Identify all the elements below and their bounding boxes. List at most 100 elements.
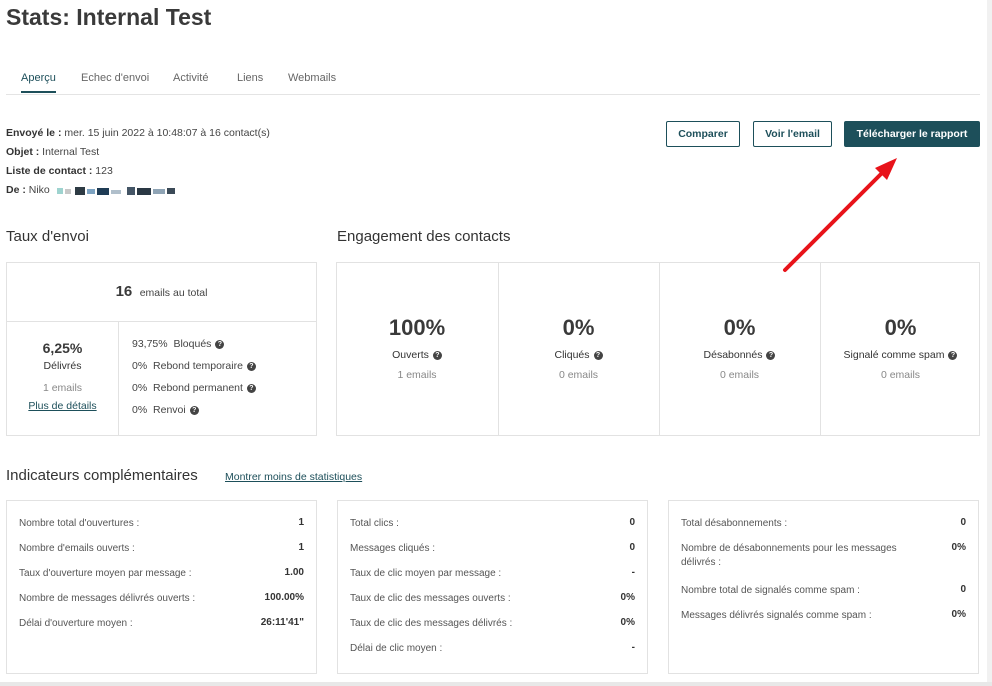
indicator-row: Nombre total de signalés comme spam : 0 bbox=[681, 584, 966, 598]
indicator-value: 1 bbox=[298, 517, 304, 528]
help-icon[interactable]: ? bbox=[948, 351, 958, 360]
show-less-stats-link[interactable]: Montrer moins de statistiques bbox=[225, 471, 362, 483]
indicator-row: Taux de clic des messages délivrés : 0% bbox=[350, 617, 635, 631]
delivery-breakdown: 93,75% Bloqués? 0% Rebond temporaire? 0%… bbox=[132, 333, 256, 421]
from-value: Niko bbox=[28, 184, 50, 196]
indicator-value: 0 bbox=[960, 584, 966, 595]
clicked-label: Cliqués bbox=[554, 349, 590, 361]
blocked-label: Bloqués bbox=[173, 338, 212, 350]
resend-pct: 0% bbox=[132, 404, 148, 416]
indicator-value: 1.00 bbox=[284, 567, 304, 578]
unsubscribed-count: 0 emails bbox=[719, 369, 760, 381]
red-arrow-annotation bbox=[783, 158, 897, 272]
indicator-value: 0% bbox=[951, 609, 966, 620]
delivery-section-title: Taux d'envoi bbox=[6, 228, 89, 245]
indicator-value: 0 bbox=[629, 517, 635, 528]
tab-liens[interactable]: Liens bbox=[237, 72, 263, 84]
spam-label-wrap: Signalé comme spam? bbox=[821, 349, 980, 361]
clicked-label-wrap: Cliqués? bbox=[499, 349, 658, 361]
delivered-count: 1 emails bbox=[42, 382, 83, 394]
indicator-row: Messages cliqués : 0 bbox=[350, 542, 635, 556]
page-title: Stats: Internal Test bbox=[6, 4, 212, 30]
indicator-row: Taux d'ouverture moyen par message : 1.00 bbox=[19, 567, 304, 581]
spam-pct: 0% bbox=[884, 315, 917, 340]
engagement-opened: 100% Ouverts? 1 emails bbox=[337, 263, 497, 435]
help-icon[interactable]: ? bbox=[246, 384, 256, 393]
hard-bounce-label: Rebond permanent bbox=[153, 382, 243, 394]
indicator-label: Délai de clic moyen : bbox=[350, 643, 443, 654]
unsubscribed-label: Désabonnés bbox=[703, 349, 763, 361]
indicator-row: Taux de clic moyen par message : - bbox=[350, 567, 635, 581]
indicator-label: Taux de clic des messages ouverts : bbox=[350, 593, 511, 604]
total-count: 16 bbox=[115, 283, 133, 300]
indicator-label: Taux de clic des messages délivrés : bbox=[350, 618, 513, 629]
indicator-row: Nombre de messages délivrés ouverts : 100… bbox=[19, 592, 304, 606]
indicator-label: Nombre total d'ouvertures : bbox=[19, 518, 140, 529]
help-icon[interactable]: ? bbox=[593, 351, 603, 360]
opened-pct: 100% bbox=[388, 315, 446, 340]
download-report-button[interactable]: Télécharger le rapport bbox=[844, 121, 980, 147]
subject-label: Objet : bbox=[6, 146, 40, 158]
delivery-panel: 16 emails au total 6,25% Délivrés 1 emai… bbox=[6, 262, 317, 436]
indicator-row: Total clics : 0 bbox=[350, 517, 635, 531]
tab-webmails[interactable]: Webmails bbox=[288, 72, 336, 84]
soft-bounce-row: 0% Rebond temporaire? bbox=[132, 355, 256, 377]
spam-count: 0 emails bbox=[880, 369, 921, 381]
indicator-row: Nombre d'emails ouverts : 1 bbox=[19, 542, 304, 556]
indicator-row: Messages délivrés signalés comme spam : 0… bbox=[681, 609, 966, 623]
indicator-value: - bbox=[631, 567, 635, 578]
indicator-row: Taux de clic des messages ouverts : 0% bbox=[350, 592, 635, 606]
indicator-value: 0% bbox=[620, 592, 635, 603]
blocked-pct: 93,75% bbox=[132, 338, 168, 350]
indicator-label: Nombre total de signalés comme spam : bbox=[681, 585, 860, 596]
sent-value: mer. 15 juin 2022 à 10:48:07 à 16 contac… bbox=[64, 127, 270, 139]
tab-bar: Aperçu Echec d'envoi Activité Liens Webm… bbox=[6, 66, 980, 95]
total-label: emails au total bbox=[139, 287, 208, 299]
indicator-value: 0% bbox=[620, 617, 635, 628]
indicator-value: 0 bbox=[960, 517, 966, 528]
soft-bounce-pct: 0% bbox=[132, 360, 148, 372]
indicator-row: Délai d'ouverture moyen :26:11'41" bbox=[19, 617, 304, 631]
help-icon[interactable]: ? bbox=[189, 406, 199, 415]
tab-apercu[interactable]: Aperçu bbox=[21, 72, 56, 93]
compare-button[interactable]: Comparer bbox=[666, 121, 740, 147]
soft-bounce-label: Rebond temporaire bbox=[153, 360, 243, 372]
delivered-label: Délivrés bbox=[43, 360, 82, 372]
engagement-section-title: Engagement des contacts bbox=[337, 228, 511, 245]
from-label: De : bbox=[6, 184, 26, 196]
engagement-unsubscribed: 0% Désabonnés? 0 emails bbox=[659, 263, 819, 435]
indicator-label: Total désabonnements : bbox=[681, 518, 788, 529]
indicator-label: Nombre de messages délivrés ouverts : bbox=[19, 593, 196, 604]
list-line: Liste de contact : 123 bbox=[6, 162, 270, 181]
engagement-spam: 0% Signalé comme spam? 0 emails bbox=[820, 263, 980, 435]
opened-label-wrap: Ouverts? bbox=[337, 349, 497, 361]
engagement-panel: 100% Ouverts? 1 emails 0% Cliqués? 0 ema… bbox=[336, 262, 980, 436]
help-icon[interactable]: ? bbox=[215, 340, 225, 349]
indicators-opens-panel: Nombre total d'ouvertures : 1 Nombre d'em… bbox=[6, 500, 317, 674]
unsubscribed-pct: 0% bbox=[723, 315, 756, 340]
more-details-link[interactable]: Plus de détails bbox=[7, 400, 118, 412]
spam-label: Signalé comme spam bbox=[843, 349, 945, 361]
tab-activite[interactable]: Activité bbox=[173, 72, 208, 84]
help-icon[interactable]: ? bbox=[766, 351, 776, 360]
window-bottom-edge bbox=[0, 682, 992, 686]
view-email-button[interactable]: Voir l'email bbox=[753, 121, 832, 147]
help-icon[interactable]: ? bbox=[246, 362, 256, 371]
indicator-row: Nombre de désabonnements pour les messag… bbox=[681, 542, 966, 570]
resend-label: Renvoi bbox=[153, 404, 186, 416]
delivered-summary: 6,25% Délivrés 1 emails Plus de détails bbox=[7, 321, 119, 435]
sent-label: Envoyé le : bbox=[6, 127, 62, 139]
indicators-clicks-panel: Total clics : 0 Messages cliqués : 0 Taux … bbox=[337, 500, 648, 674]
subject-value: Internal Test bbox=[42, 146, 100, 158]
indicator-row: Nombre total d'ouvertures : 1 bbox=[19, 517, 304, 531]
indicator-label: Nombre d'emails ouverts : bbox=[19, 543, 135, 554]
indicator-value: 0% bbox=[951, 542, 966, 553]
tab-echec-envoi[interactable]: Echec d'envoi bbox=[81, 72, 149, 84]
indicator-label: Taux d'ouverture moyen par message : bbox=[19, 568, 192, 579]
resend-row: 0% Renvoi? bbox=[132, 399, 256, 421]
indicators-unsubscribes-panel: Total désabonnements : 0 Nombre de désabo… bbox=[668, 500, 979, 674]
hard-bounce-row: 0% Rebond permanent? bbox=[132, 377, 256, 399]
delivered-pct: 6,25% bbox=[42, 340, 83, 356]
help-icon[interactable]: ? bbox=[432, 351, 442, 360]
campaign-meta: Envoyé le : mer. 15 juin 2022 à 10:48:07… bbox=[6, 124, 270, 200]
